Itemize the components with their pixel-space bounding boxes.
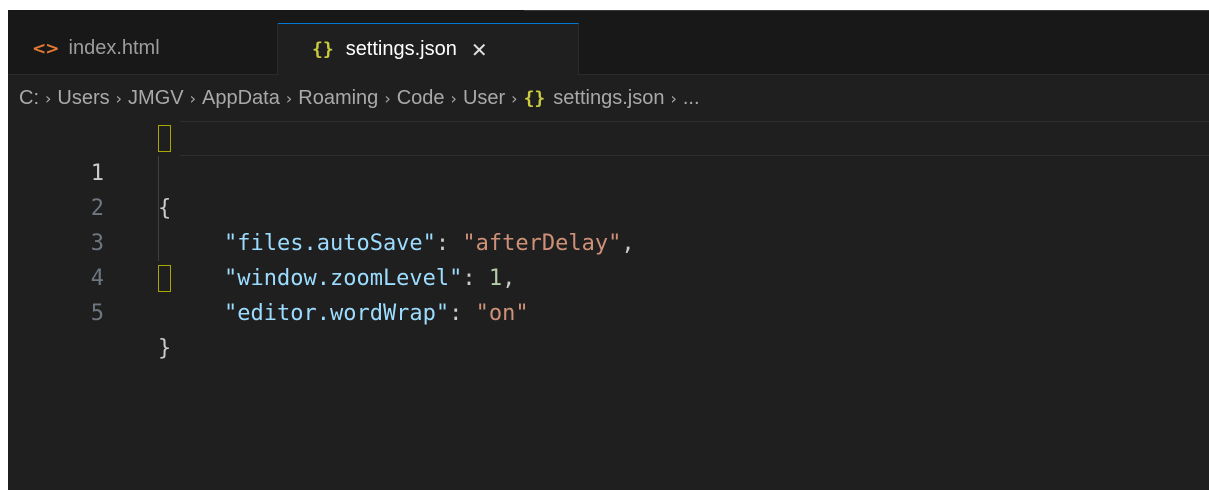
breadcrumb-item-user-folder[interactable]: JMGV	[128, 87, 184, 110]
chevron-right-icon: ›	[511, 88, 518, 108]
breadcrumb-item-appdata[interactable]: AppData	[202, 87, 280, 110]
html-file-icon: <>	[32, 38, 59, 59]
tab-index-html[interactable]: <> index.html	[8, 23, 278, 74]
chevron-right-icon: ›	[45, 88, 52, 108]
breadcrumb-item-user[interactable]: User	[463, 87, 505, 110]
close-icon[interactable]: ✕	[471, 38, 488, 62]
line-number: 5	[90, 301, 104, 326]
json-file-icon: {}	[312, 39, 334, 60]
chevron-right-icon: ›	[285, 88, 293, 108]
editor-window: <> index.html {} settings.json ✕ C: › Us…	[8, 10, 1209, 490]
line-content: "editor.wordWrap": "on"	[224, 296, 529, 331]
code-line[interactable]: 5 }	[8, 261, 1209, 361]
tab-label: index.html	[68, 37, 160, 59]
tab-label: settings.json	[345, 38, 457, 60]
chevron-right-icon: ›	[115, 88, 123, 108]
breadcrumb: C: › Users › JMGV › AppData › Roaming › …	[8, 75, 1209, 121]
breadcrumb-item-symbols[interactable]: ...	[683, 87, 700, 110]
chevron-right-icon: ›	[384, 88, 391, 108]
code-line[interactable]: 4 "editor.wordWrap": "on"	[8, 226, 1209, 326]
code-editor[interactable]: 1 { 2 "files.autoSave": "afterDelay", 3 …	[8, 121, 1209, 490]
tab-settings-json[interactable]: {} settings.json ✕	[278, 23, 579, 75]
breadcrumb-item-drive[interactable]: C:	[19, 87, 39, 110]
breadcrumb-item-roaming[interactable]: Roaming	[298, 87, 378, 110]
breadcrumb-item-file[interactable]: settings.json	[553, 87, 664, 110]
chevron-right-icon: ›	[189, 88, 197, 108]
breadcrumb-item-users[interactable]: Users	[57, 87, 109, 110]
json-key: "editor.wordWrap"	[224, 301, 450, 326]
breadcrumb-item-code[interactable]: Code	[397, 87, 445, 110]
chevron-right-icon: ›	[670, 88, 677, 108]
tab-bar: <> index.html {} settings.json ✕	[8, 23, 1209, 75]
json-file-icon: {}	[523, 87, 546, 109]
close-brace: }	[158, 336, 172, 361]
chevron-right-icon: ›	[450, 88, 457, 108]
code-line[interactable]: 1 {	[8, 121, 1209, 221]
line-content: }	[158, 331, 171, 366]
title-strip-edge	[524, 10, 1209, 11]
code-line[interactable]: 2 "files.autoSave": "afterDelay",	[8, 156, 1209, 256]
title-strip	[8, 10, 1209, 23]
json-value: "on"	[475, 301, 529, 326]
screenshot-frame: <> index.html {} settings.json ✕ C: › Us…	[0, 0, 1209, 490]
code-line[interactable]: 3 "window.zoomLevel": 1,	[8, 191, 1209, 291]
json-colon: :	[449, 301, 476, 326]
